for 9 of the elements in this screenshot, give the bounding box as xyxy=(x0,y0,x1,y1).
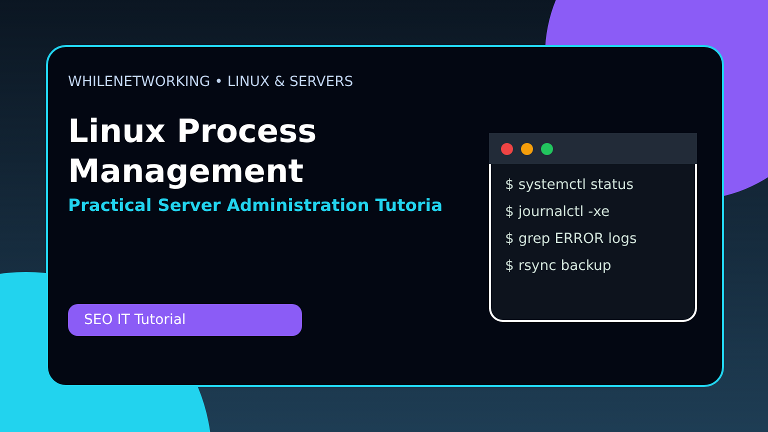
eyebrow-text: WHILENETWORKING • LINUX & SERVERS xyxy=(68,73,354,91)
terminal-command: $ systemctl status xyxy=(505,176,635,194)
tutorial-badge: SEO IT Tutorial xyxy=(68,304,302,336)
terminal-command: $ grep ERROR logs xyxy=(505,230,638,248)
terminal-command: $ rsync backup xyxy=(505,257,612,275)
terminal-command: $ journalctl -xe xyxy=(505,203,611,221)
title-text: Linux Process xyxy=(68,111,318,151)
subtitle-text: Practical Server Administration Tutoria xyxy=(68,195,444,217)
title-text: Management xyxy=(68,151,305,191)
